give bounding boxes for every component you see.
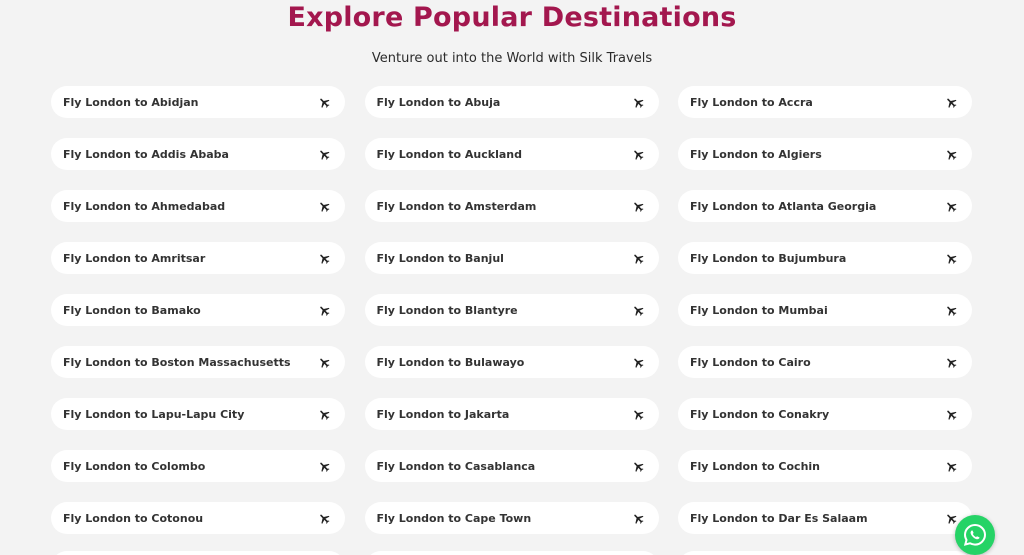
destination-label: Fly London to Cochin [690,459,821,473]
plane-icon [947,202,957,212]
destination-card[interactable]: Fly London to Conakry [678,398,972,430]
plane-icon [320,514,330,524]
plane-icon [633,514,643,524]
plane-icon [320,254,330,264]
popular-destinations-section: Explore Popular Destinations Venture out… [0,0,1024,555]
destination-label: Fly London to Banjul [376,251,504,265]
destination-card-partial[interactable] [51,551,345,555]
destination-label: Fly London to Atlanta Georgia [690,199,877,213]
plane-icon [633,254,643,264]
destination-card[interactable]: Fly London to Banjul [364,242,659,274]
plane-icon [633,358,643,368]
destination-card[interactable]: Fly London to Abuja [364,86,659,118]
plane-icon [320,462,330,472]
destination-card[interactable]: Fly London to Casablanca [364,450,659,482]
destination-card[interactable]: Fly London to Algiers [678,138,972,170]
whatsapp-chat-button[interactable] [955,515,995,555]
destination-label: Fly London to Bamako [63,303,201,317]
plane-icon [320,150,330,160]
plane-icon [633,462,643,472]
destination-label: Fly London to Abuja [376,95,501,109]
destination-card[interactable]: Fly London to Cape Town [364,502,659,534]
destination-label: Fly London to Ahmedabad [63,199,226,213]
destination-label: Fly London to Amritsar [63,251,206,265]
destination-label: Fly London to Cairo [690,355,811,369]
destination-card[interactable]: Fly London to Ahmedabad [51,190,345,222]
destination-card[interactable]: Fly London to Lapu-Lapu City [51,398,345,430]
destination-card[interactable]: Fly London to Colombo [51,450,345,482]
destination-card[interactable]: Fly London to Cochin [678,450,972,482]
destination-label: Fly London to Cotonou [63,511,204,525]
destination-label: Fly London to Dar Es Salaam [690,511,868,525]
plane-icon [947,254,957,264]
destination-card[interactable]: Fly London to Bujumbura [678,242,972,274]
destination-card[interactable]: Fly London to Dar Es Salaam [678,502,972,534]
plane-icon [947,306,957,316]
destination-label: Fly London to Accra [690,95,813,109]
destination-card[interactable]: Fly London to Jakarta [364,398,659,430]
destination-label: Fly London to Blantyre [376,303,518,317]
plane-icon [947,98,957,108]
plane-icon [633,306,643,316]
destination-label: Fly London to Abidjan [63,95,199,109]
destination-card[interactable]: Fly London to Bamako [51,294,345,326]
destination-card[interactable]: Fly London to Blantyre [364,294,659,326]
destination-card[interactable]: Fly London to Cotonou [51,502,345,534]
plane-icon [320,306,330,316]
plane-icon [320,202,330,212]
section-subtitle: Venture out into the World with Silk Tra… [371,51,653,66]
plane-icon [947,358,957,368]
destination-card[interactable]: Fly London to Addis Ababa [51,138,345,170]
plane-icon [320,410,330,420]
destination-label: Fly London to Cape Town [376,511,532,525]
destination-label: Fly London to Algiers [690,147,822,161]
destination-label: Fly London to Jakarta [376,407,510,421]
destination-label: Fly London to Bulawayo [376,355,525,369]
destination-card[interactable]: Fly London to Bulawayo [364,346,659,378]
destination-label: Fly London to Amsterdam [376,199,537,213]
destination-label: Fly London to Conakry [690,407,830,421]
destination-card[interactable]: Fly London to Mumbai [678,294,972,326]
plane-icon [947,150,957,160]
destination-card-partial[interactable] [364,551,659,555]
destination-card-partial[interactable] [678,551,972,555]
plane-icon [633,150,643,160]
destination-card[interactable]: Fly London to Abidjan [51,86,345,118]
whatsapp-icon [963,523,987,546]
destination-label: Fly London to Addis Ababa [63,147,229,161]
destinations-grid: Fly London to Abidjan Fly London to Abuja… [51,86,972,534]
destination-card[interactable]: Fly London to Amsterdam [364,190,659,222]
plane-icon [947,514,957,524]
destination-label: Fly London to Mumbai [690,303,828,317]
next-row-partial [51,551,972,555]
section-title: Explore Popular Destinations [287,2,737,33]
destination-card[interactable]: Fly London to Auckland [364,138,659,170]
plane-icon [320,358,330,368]
destination-label: Fly London to Boston Massachusetts [63,355,291,369]
plane-icon [633,98,643,108]
plane-icon [947,462,957,472]
plane-icon [633,410,643,420]
destination-card[interactable]: Fly London to Cairo [678,346,972,378]
destination-label: Fly London to Auckland [376,147,523,161]
destination-label: Fly London to Bujumbura [690,251,847,265]
destination-card[interactable]: Fly London to Boston Massachusetts [51,346,345,378]
destination-card[interactable]: Fly London to Accra [678,86,972,118]
destination-card[interactable]: Fly London to Amritsar [51,242,345,274]
destination-label: Fly London to Casablanca [376,459,536,473]
destination-label: Fly London to Colombo [63,459,206,473]
destination-label: Fly London to Lapu-Lapu City [63,407,245,421]
plane-icon [320,98,330,108]
plane-icon [947,410,957,420]
destination-card[interactable]: Fly London to Atlanta Georgia [678,190,972,222]
plane-icon [633,202,643,212]
